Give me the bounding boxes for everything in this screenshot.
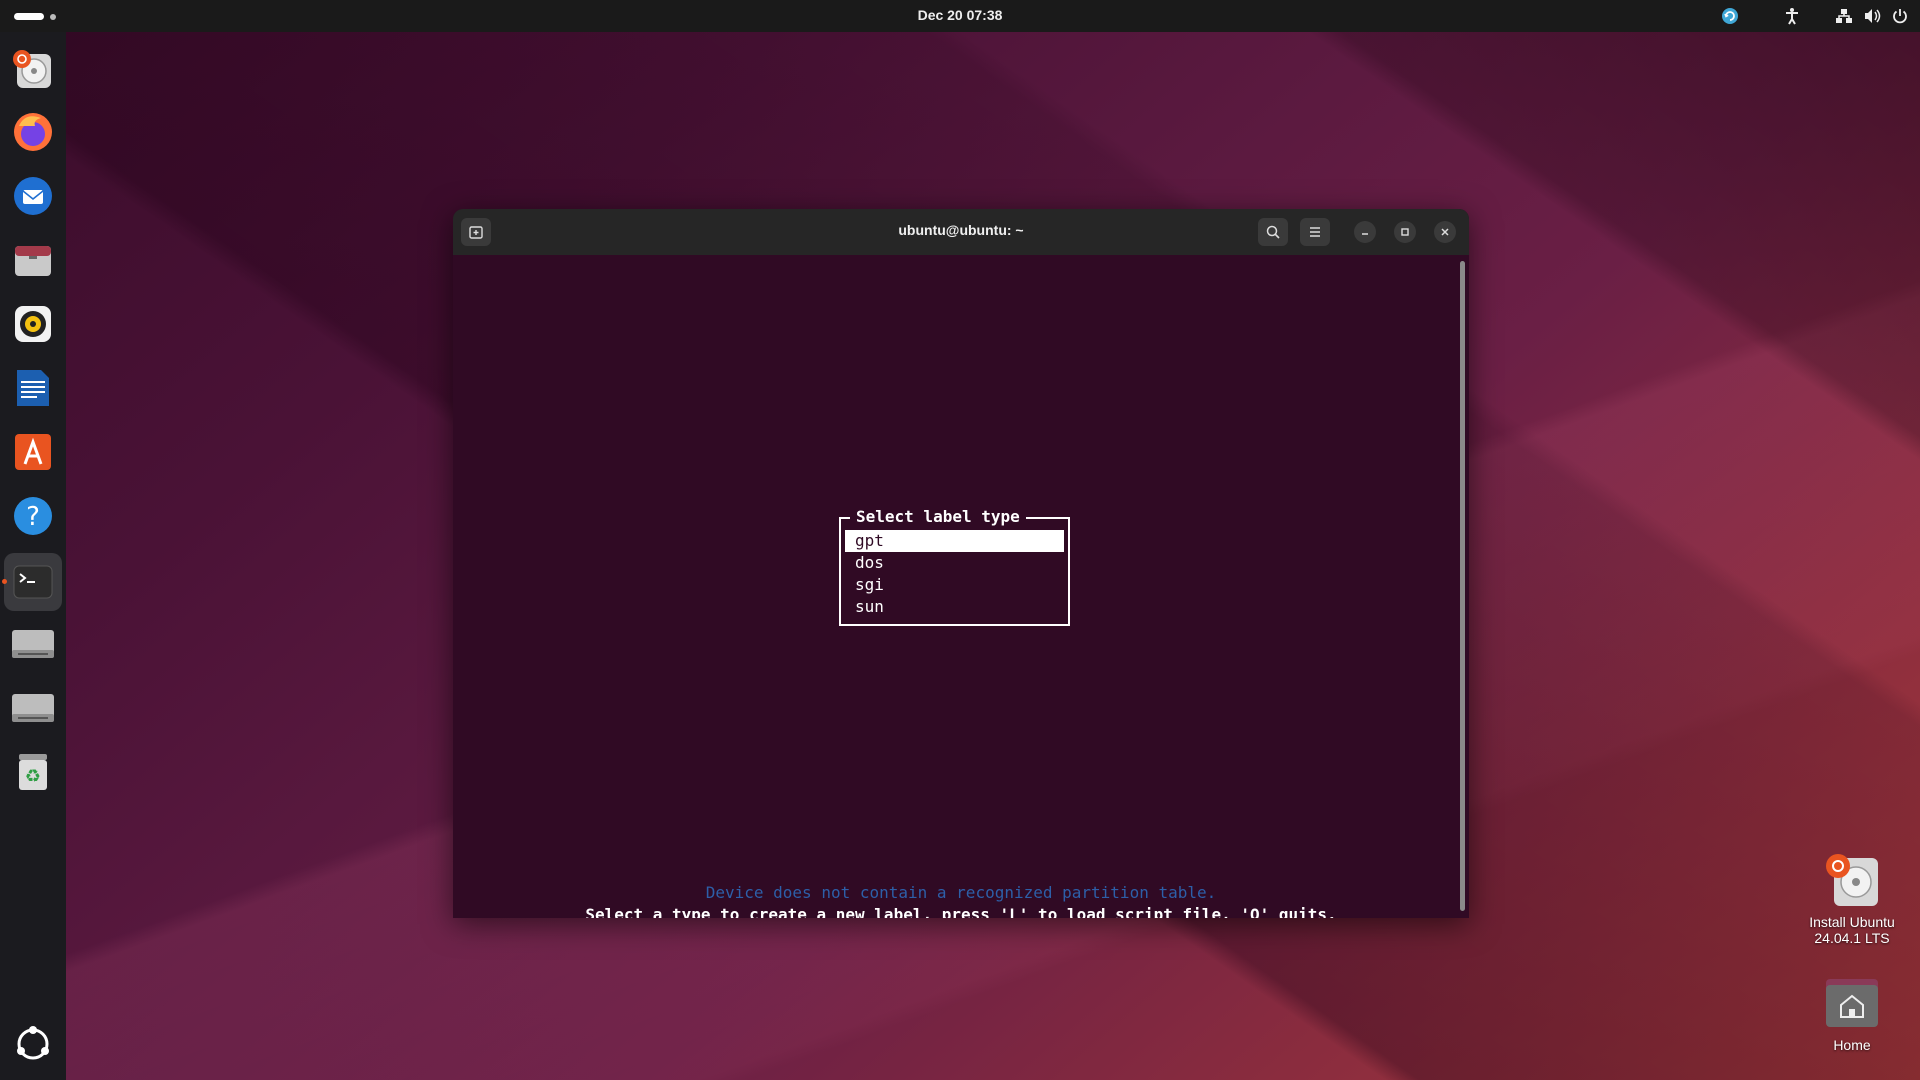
option-gpt[interactable]: gpt xyxy=(845,530,1064,552)
scrollbar[interactable] xyxy=(1460,261,1465,911)
network-icon[interactable] xyxy=(1834,6,1854,26)
desktop-icon-label: Home xyxy=(1833,1037,1871,1053)
top-bar: Dec 20 07:38 xyxy=(0,0,1920,32)
accessibility-icon[interactable] xyxy=(1782,6,1802,26)
terminal-icon[interactable] xyxy=(4,553,62,611)
title-bar[interactable]: ubuntu@ubuntu: ~ xyxy=(453,209,1469,255)
option-sgi[interactable]: sgi xyxy=(845,574,1064,596)
terminal-window[interactable]: ubuntu@ubuntu: ~ Select label type gpt d… xyxy=(453,209,1469,918)
app-center-icon[interactable] xyxy=(9,428,57,476)
desktop-icon-label: 24.04.1 LTS xyxy=(1814,930,1890,946)
minimize-button[interactable] xyxy=(1354,221,1376,243)
option-sun[interactable]: sun xyxy=(845,596,1064,618)
writer-icon[interactable] xyxy=(9,364,57,412)
help-icon[interactable]: ? xyxy=(9,492,57,540)
install-ubuntu-icon[interactable] xyxy=(9,46,57,94)
minimize-icon xyxy=(1362,233,1368,235)
desktop-icon-label: Install Ubuntu xyxy=(1809,914,1895,930)
close-button[interactable] xyxy=(1434,221,1456,243)
search-icon xyxy=(1266,225,1280,239)
show-apps-icon[interactable] xyxy=(9,1020,57,1068)
close-icon xyxy=(1441,228,1449,236)
drive-icon[interactable] xyxy=(9,620,57,668)
updates-icon[interactable] xyxy=(1720,6,1740,26)
rhythmbox-icon[interactable] xyxy=(9,300,57,348)
firefox-icon[interactable] xyxy=(9,108,57,156)
search-button[interactable] xyxy=(1258,218,1288,246)
dock: ? ♻ xyxy=(0,32,66,1080)
drive-icon[interactable] xyxy=(9,684,57,732)
install-ubuntu-icon xyxy=(1824,852,1880,908)
power-icon[interactable] xyxy=(1890,6,1910,26)
hint-message: Select a type to create a new label, pre… xyxy=(585,905,1337,918)
maximize-icon xyxy=(1401,228,1409,236)
label-type-dialog: Select label type gpt dos sgi sun xyxy=(839,507,1070,626)
trash-icon[interactable]: ♻ xyxy=(9,748,57,796)
volume-icon[interactable] xyxy=(1862,6,1882,26)
maximize-button[interactable] xyxy=(1394,221,1416,243)
svg-text:♻: ♻ xyxy=(25,766,41,787)
hamburger-icon xyxy=(1310,227,1320,237)
option-dos[interactable]: dos xyxy=(845,552,1064,574)
home-folder-icon xyxy=(1824,975,1880,1031)
files-icon[interactable] xyxy=(9,236,57,284)
system-tray[interactable] xyxy=(1706,6,1910,26)
install-ubuntu-desktop-icon[interactable]: Install Ubuntu 24.04.1 LTS xyxy=(1797,852,1907,946)
clock[interactable]: Dec 20 07:38 xyxy=(0,7,1920,23)
dialog-title: Select label type xyxy=(850,507,1026,527)
thunderbird-icon[interactable] xyxy=(9,172,57,220)
running-indicator xyxy=(2,579,7,584)
terminal-content[interactable]: Select label type gpt dos sgi sun Device… xyxy=(453,255,1469,918)
menu-button[interactable] xyxy=(1300,218,1330,246)
warning-message: Device does not contain a recognized par… xyxy=(705,883,1217,902)
svg-text:?: ? xyxy=(26,502,40,532)
home-desktop-icon[interactable]: Home xyxy=(1797,975,1907,1053)
